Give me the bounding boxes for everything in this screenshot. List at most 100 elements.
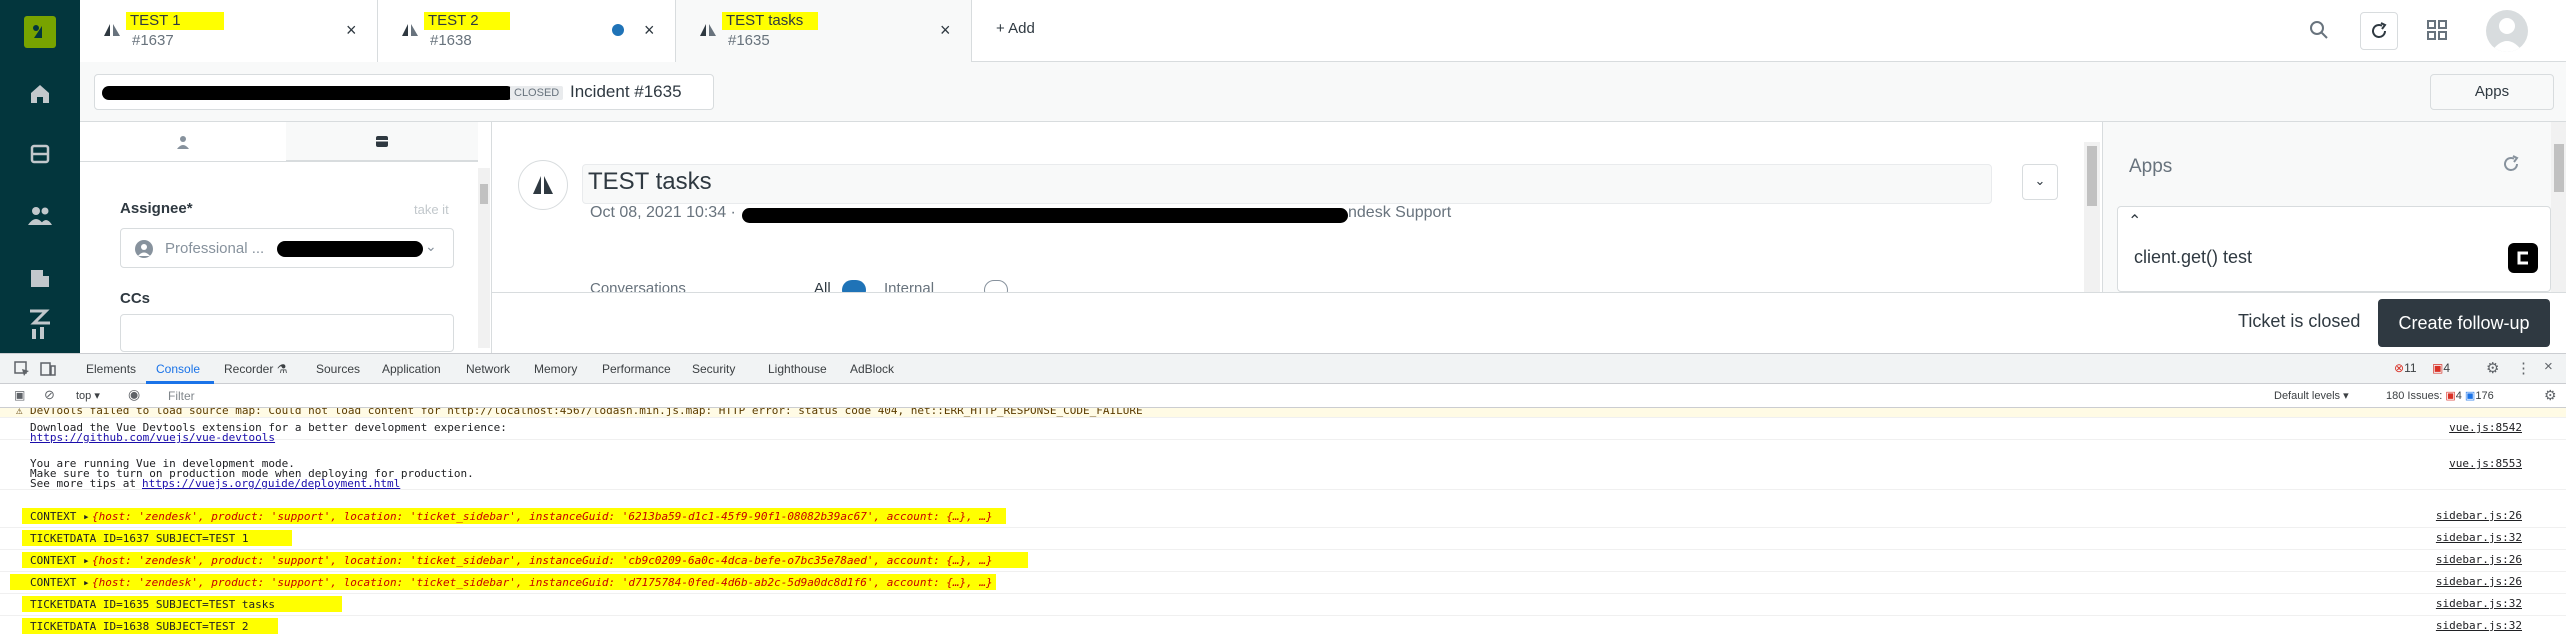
inspect-element-icon[interactable] (14, 361, 30, 377)
add-tab-button[interactable]: + Add (996, 20, 1035, 37)
tab-ticket-number: #1638 (430, 32, 472, 49)
requester-avatar (518, 160, 568, 210)
close-tab-icon[interactable]: × (346, 20, 357, 41)
more-options-icon[interactable]: ⋮ (2516, 359, 2531, 377)
issues-label: 180 Issues: (2386, 390, 2443, 402)
device-toolbar-icon[interactable] (40, 361, 56, 377)
internal-filter[interactable]: Internal (884, 280, 934, 292)
context-object[interactable]: {host: 'zendesk', product: 'support', lo… (92, 554, 993, 567)
close-tab-icon[interactable]: × (644, 20, 655, 41)
console-toolbar: ▣ ⊘ top ▾ ◉ Filter Default levels ▾ 180 … (0, 384, 2566, 408)
zendesk-logo-icon[interactable] (24, 16, 56, 48)
tab-security[interactable]: Security (692, 362, 735, 376)
console-settings-icon[interactable]: ⚙ (2544, 387, 2557, 404)
organization-icon (376, 136, 388, 147)
log-text: TICKETDATA ID=1638 SUBJECT=TEST 2 (30, 620, 249, 633)
close-devtools-icon[interactable]: × (2544, 358, 2553, 375)
tab-elements[interactable]: Elements (86, 362, 136, 376)
take-it-link[interactable]: take it (414, 202, 449, 217)
ticket-via-channel: ndesk Support (1348, 204, 1452, 221)
console-log-row: TICKETDATA ID=1635 SUBJECT=TEST tasks si… (0, 594, 2566, 616)
tab-lighthouse[interactable]: Lighthouse (768, 362, 827, 376)
vue-deployment-link[interactable]: https://vuejs.org/guide/deployment.html (142, 477, 400, 490)
error-count-badge[interactable]: ⊗11 (2394, 361, 2417, 375)
issues-error-icon: ▣ (2445, 390, 2456, 402)
redacted-requester (742, 208, 1348, 223)
tab-ticket-1635[interactable]: TEST tasks #1635 × (676, 0, 972, 62)
app-name: client.get() test (2134, 247, 2253, 267)
incident-breadcrumb[interactable]: Incident #1635 (570, 82, 682, 102)
tab-ticket-1638[interactable]: TEST 2 #1638 × (378, 0, 676, 62)
settings-gear-icon[interactable]: ⚙ (2486, 359, 2499, 377)
context-select[interactable]: top ▾ (76, 389, 100, 402)
scrollbar-thumb[interactable] (2087, 146, 2097, 206)
assignee-select[interactable]: Professional ... ⌄ (120, 228, 454, 268)
clear-console-icon[interactable]: ⊘ (44, 387, 55, 403)
warning-count-badge[interactable]: ▣4 (2432, 361, 2450, 375)
log-prefix: CONTEXT ▸ (30, 576, 90, 589)
warning-icon: ⚠ (16, 408, 23, 417)
log-source-link[interactable]: sidebar.js:26 (2436, 553, 2522, 566)
scrollbar[interactable] (478, 168, 490, 348)
log-text: DevTools failed to load source map: Coul… (30, 408, 1143, 417)
home-icon[interactable] (26, 80, 54, 108)
tab-performance[interactable]: Performance (602, 362, 671, 376)
subject-field[interactable] (582, 164, 1992, 204)
log-source-link[interactable]: sidebar.js:26 (2436, 509, 2522, 522)
error-icon: ⊗ (2394, 361, 2405, 375)
tab-network[interactable]: Network (466, 362, 510, 376)
app-logo-icon (2508, 243, 2538, 273)
live-expression-eye-icon[interactable]: ◉ (128, 386, 140, 403)
reporting-icon[interactable] (26, 309, 54, 339)
scrollbar-thumb[interactable] (480, 184, 488, 204)
ticket-properties-panel: Assignee* take it Professional ... ⌄ CCs (80, 122, 492, 353)
log-source-link[interactable]: sidebar.js:32 (2436, 531, 2522, 544)
log-source-link[interactable]: vue.js:8553 (2449, 457, 2522, 470)
main-scrollbar[interactable] (2084, 142, 2100, 292)
conversation-filter-bar: Conversations All Internal (492, 276, 2072, 292)
log-source-link[interactable]: sidebar.js:32 (2436, 597, 2522, 610)
issues-counter[interactable]: 180 Issues: ▣4 ▣176 (2386, 389, 2494, 402)
context-object[interactable]: {host: 'zendesk', product: 'support', lo… (92, 510, 993, 523)
user-avatar[interactable] (2486, 10, 2528, 52)
refresh-button[interactable] (2360, 12, 2398, 50)
apps-scrollbar[interactable] (2551, 122, 2566, 292)
collapse-icon[interactable]: ⌃ (2128, 211, 2141, 231)
log-source-link[interactable]: sidebar.js:26 (2436, 575, 2522, 588)
tab-memory[interactable]: Memory (534, 362, 577, 376)
context-object[interactable]: {host: 'zendesk', product: 'support', lo… (92, 576, 993, 589)
views-icon[interactable] (26, 140, 54, 168)
tab-application[interactable]: Application (382, 362, 441, 376)
tab-user[interactable] (80, 122, 286, 162)
ticket-footer: Ticket is closed Create follow-up (492, 292, 2566, 353)
reload-apps-icon[interactable] (2501, 154, 2521, 174)
warning-icon: ▣ (2432, 361, 2444, 375)
search-icon[interactable] (2308, 19, 2330, 41)
tab-recorder[interactable]: Recorder ⚗ (224, 362, 287, 376)
all-filter[interactable]: All (814, 280, 831, 292)
sidebar-toggle-icon[interactable]: ▣ (14, 388, 25, 402)
warning-count: 4 (2443, 361, 2451, 375)
log-source-link[interactable]: sidebar.js:32 (2436, 619, 2522, 632)
tab-ticket-number: #1635 (728, 32, 770, 49)
console-filter-input[interactable]: Filter (168, 389, 195, 403)
tab-ticket-1637[interactable]: TEST 1 #1637 × (80, 0, 378, 62)
tab-console[interactable]: Console (156, 362, 200, 376)
log-levels-select[interactable]: Default levels ▾ (2274, 389, 2349, 402)
apps-button[interactable]: Apps (2430, 74, 2554, 110)
close-tab-icon[interactable]: × (940, 20, 951, 41)
ccs-input[interactable] (120, 314, 454, 352)
ticket-options-button[interactable]: ⌄ (2022, 164, 2058, 200)
tab-organization[interactable] (286, 122, 478, 162)
product-tray-icon[interactable] (2426, 19, 2448, 41)
tab-adblock[interactable]: AdBlock (850, 362, 894, 376)
log-source-link[interactable]: vue.js:8542 (2449, 421, 2522, 434)
organizations-icon[interactable] (26, 264, 54, 292)
create-follow-up-button[interactable]: Create follow-up (2378, 299, 2550, 347)
vue-devtools-link[interactable]: https://github.com/vuejs/vue-devtools (30, 431, 275, 444)
user-icon (177, 135, 189, 149)
ticket-tab-icon (104, 24, 120, 36)
customers-icon[interactable] (26, 202, 54, 230)
scrollbar-thumb[interactable] (2554, 144, 2564, 192)
tab-sources[interactable]: Sources (316, 362, 360, 376)
